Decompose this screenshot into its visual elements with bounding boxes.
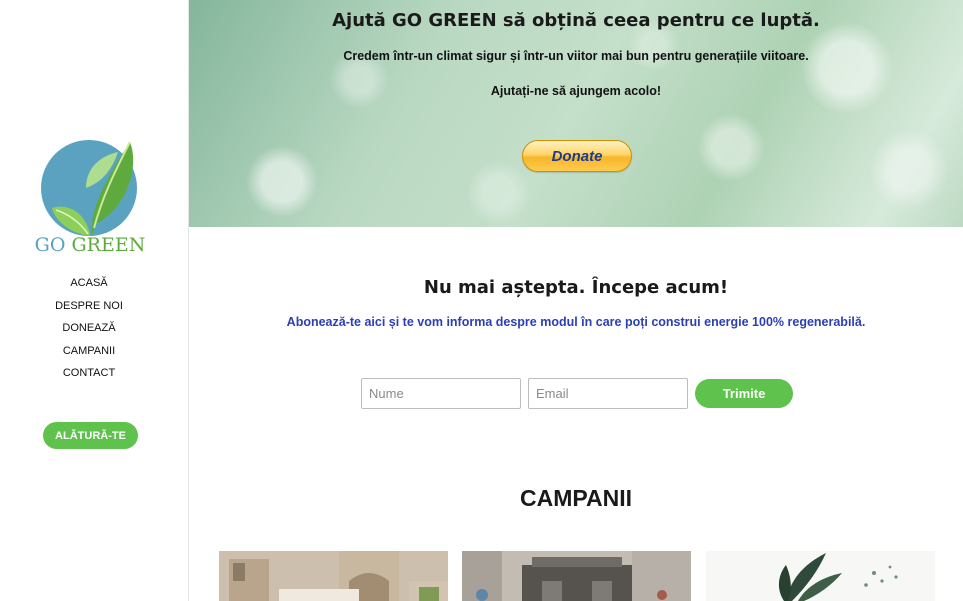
main-nav: ACASĂ DESPRE NOI DONEAZĂ CAMPANII CONTAC… xyxy=(0,276,178,389)
leaf-globe-icon xyxy=(41,140,137,236)
email-input[interactable] xyxy=(528,378,688,409)
logo-text: GO GREEN xyxy=(34,234,146,256)
nav-item-acasa[interactable]: ACASĂ xyxy=(0,276,178,299)
donate-button[interactable]: Donate xyxy=(522,140,632,172)
hero-subtitle: Credem într-un climat sigur și într-un v… xyxy=(343,49,809,63)
hero-title: Ajută GO GREEN să obțină ceea pentru ce … xyxy=(332,10,820,31)
hero-subtitle-2: Ajutați-ne să ajungem acolo! xyxy=(490,84,662,98)
campaign-image-2 xyxy=(462,551,691,601)
campaign-image-1 xyxy=(219,551,448,601)
submit-button[interactable]: Trimite xyxy=(695,379,793,408)
campaign-image-3 xyxy=(706,551,935,601)
hero-banner: Ajută GO GREEN să obțină ceea pentru ce … xyxy=(189,0,963,227)
nav-item-contact[interactable]: CONTACT xyxy=(0,366,178,389)
campaign-card-2[interactable] xyxy=(462,551,691,601)
subscribe-text: Abonează-te aici și te vom informa despr… xyxy=(286,315,866,329)
name-input[interactable] xyxy=(361,378,521,409)
sidebar: GO GREEN ACASĂ DESPRE NOI DONEAZĂ CAMPAN… xyxy=(0,0,189,601)
nav-item-campanii[interactable]: CAMPANII xyxy=(0,344,178,367)
subscribe-title: Nu mai aștepta. Începe acum! xyxy=(423,277,729,298)
campaigns-title: CAMPANII xyxy=(519,485,632,511)
campaign-card-3[interactable] xyxy=(706,551,935,601)
go-green-logo[interactable]: GO GREEN xyxy=(30,138,150,260)
nav-item-despre-noi[interactable]: DESPRE NOI xyxy=(0,299,178,322)
nav-item-doneaza[interactable]: DONEAZĂ xyxy=(0,321,178,344)
join-button[interactable]: ALĂTURĂ-TE xyxy=(43,422,138,449)
campaign-card-1[interactable] xyxy=(219,551,448,601)
